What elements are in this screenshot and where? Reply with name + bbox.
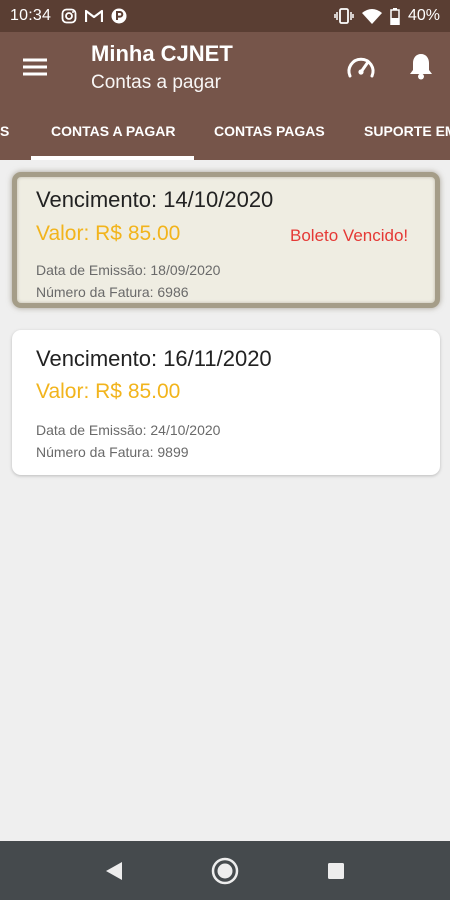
tab-contas-a-pagar[interactable]: CONTAS A PAGAR [51,102,175,160]
gmail-icon [85,9,104,23]
p-app-icon [111,8,127,24]
app-title: Minha CJNET [91,41,233,66]
instagram-icon [61,8,77,24]
bill-due-date: Vencimento: 14/10/2020 [36,187,274,212]
status-time: 10:34 [10,7,52,24]
bill-value: Valor: R$ 85.00 [36,222,181,245]
bill-card[interactable]: Vencimento: 16/11/2020 Valor: R$ 85.00 D… [12,330,440,475]
bill-due-date: Vencimento: 16/11/2020 [36,346,272,371]
bill-issue-date: Data de Emissão: 24/10/2020 [36,422,221,438]
app-titles: Minha CJNET Contas a pagar [91,40,233,96]
notification-icons [61,8,127,24]
tab-previous[interactable]: S [0,102,9,160]
app-subtitle: Contas a pagar [91,72,221,93]
tab-suporte[interactable]: SUPORTE EM [364,102,450,160]
back-icon[interactable] [98,855,130,887]
tab-contas-pagas[interactable]: CONTAS PAGAS [214,102,325,160]
bell-icon[interactable] [405,50,437,82]
status-bar: 10:34 40% [0,0,450,32]
active-tab-indicator [31,156,194,160]
app-bar: Minha CJNET Contas a pagar [0,32,450,102]
menu-icon[interactable] [20,52,50,82]
system-nav-bar [0,841,450,900]
tab-bar: S CONTAS A PAGAR CONTAS PAGAS SUPORTE EM [0,102,450,160]
vibrate-icon [334,8,354,24]
bill-issue-date: Data de Emissão: 18/09/2020 [36,262,221,278]
wifi-icon [361,8,382,24]
bill-overdue-badge: Boleto Vencido! [290,226,409,245]
bill-invoice-number: Número da Fatura: 6986 [36,284,189,300]
home-icon[interactable] [209,855,241,887]
bill-invoice-number: Número da Fatura: 9899 [36,444,189,460]
bill-card-overdue[interactable]: Vencimento: 14/10/2020 Valor: R$ 85.00 B… [12,172,440,308]
bill-value: Valor: R$ 85.00 [36,380,181,403]
recents-icon[interactable] [320,855,352,887]
battery-icon [390,7,400,25]
speedometer-icon[interactable] [345,52,377,82]
battery-percent: 40% [407,7,440,24]
